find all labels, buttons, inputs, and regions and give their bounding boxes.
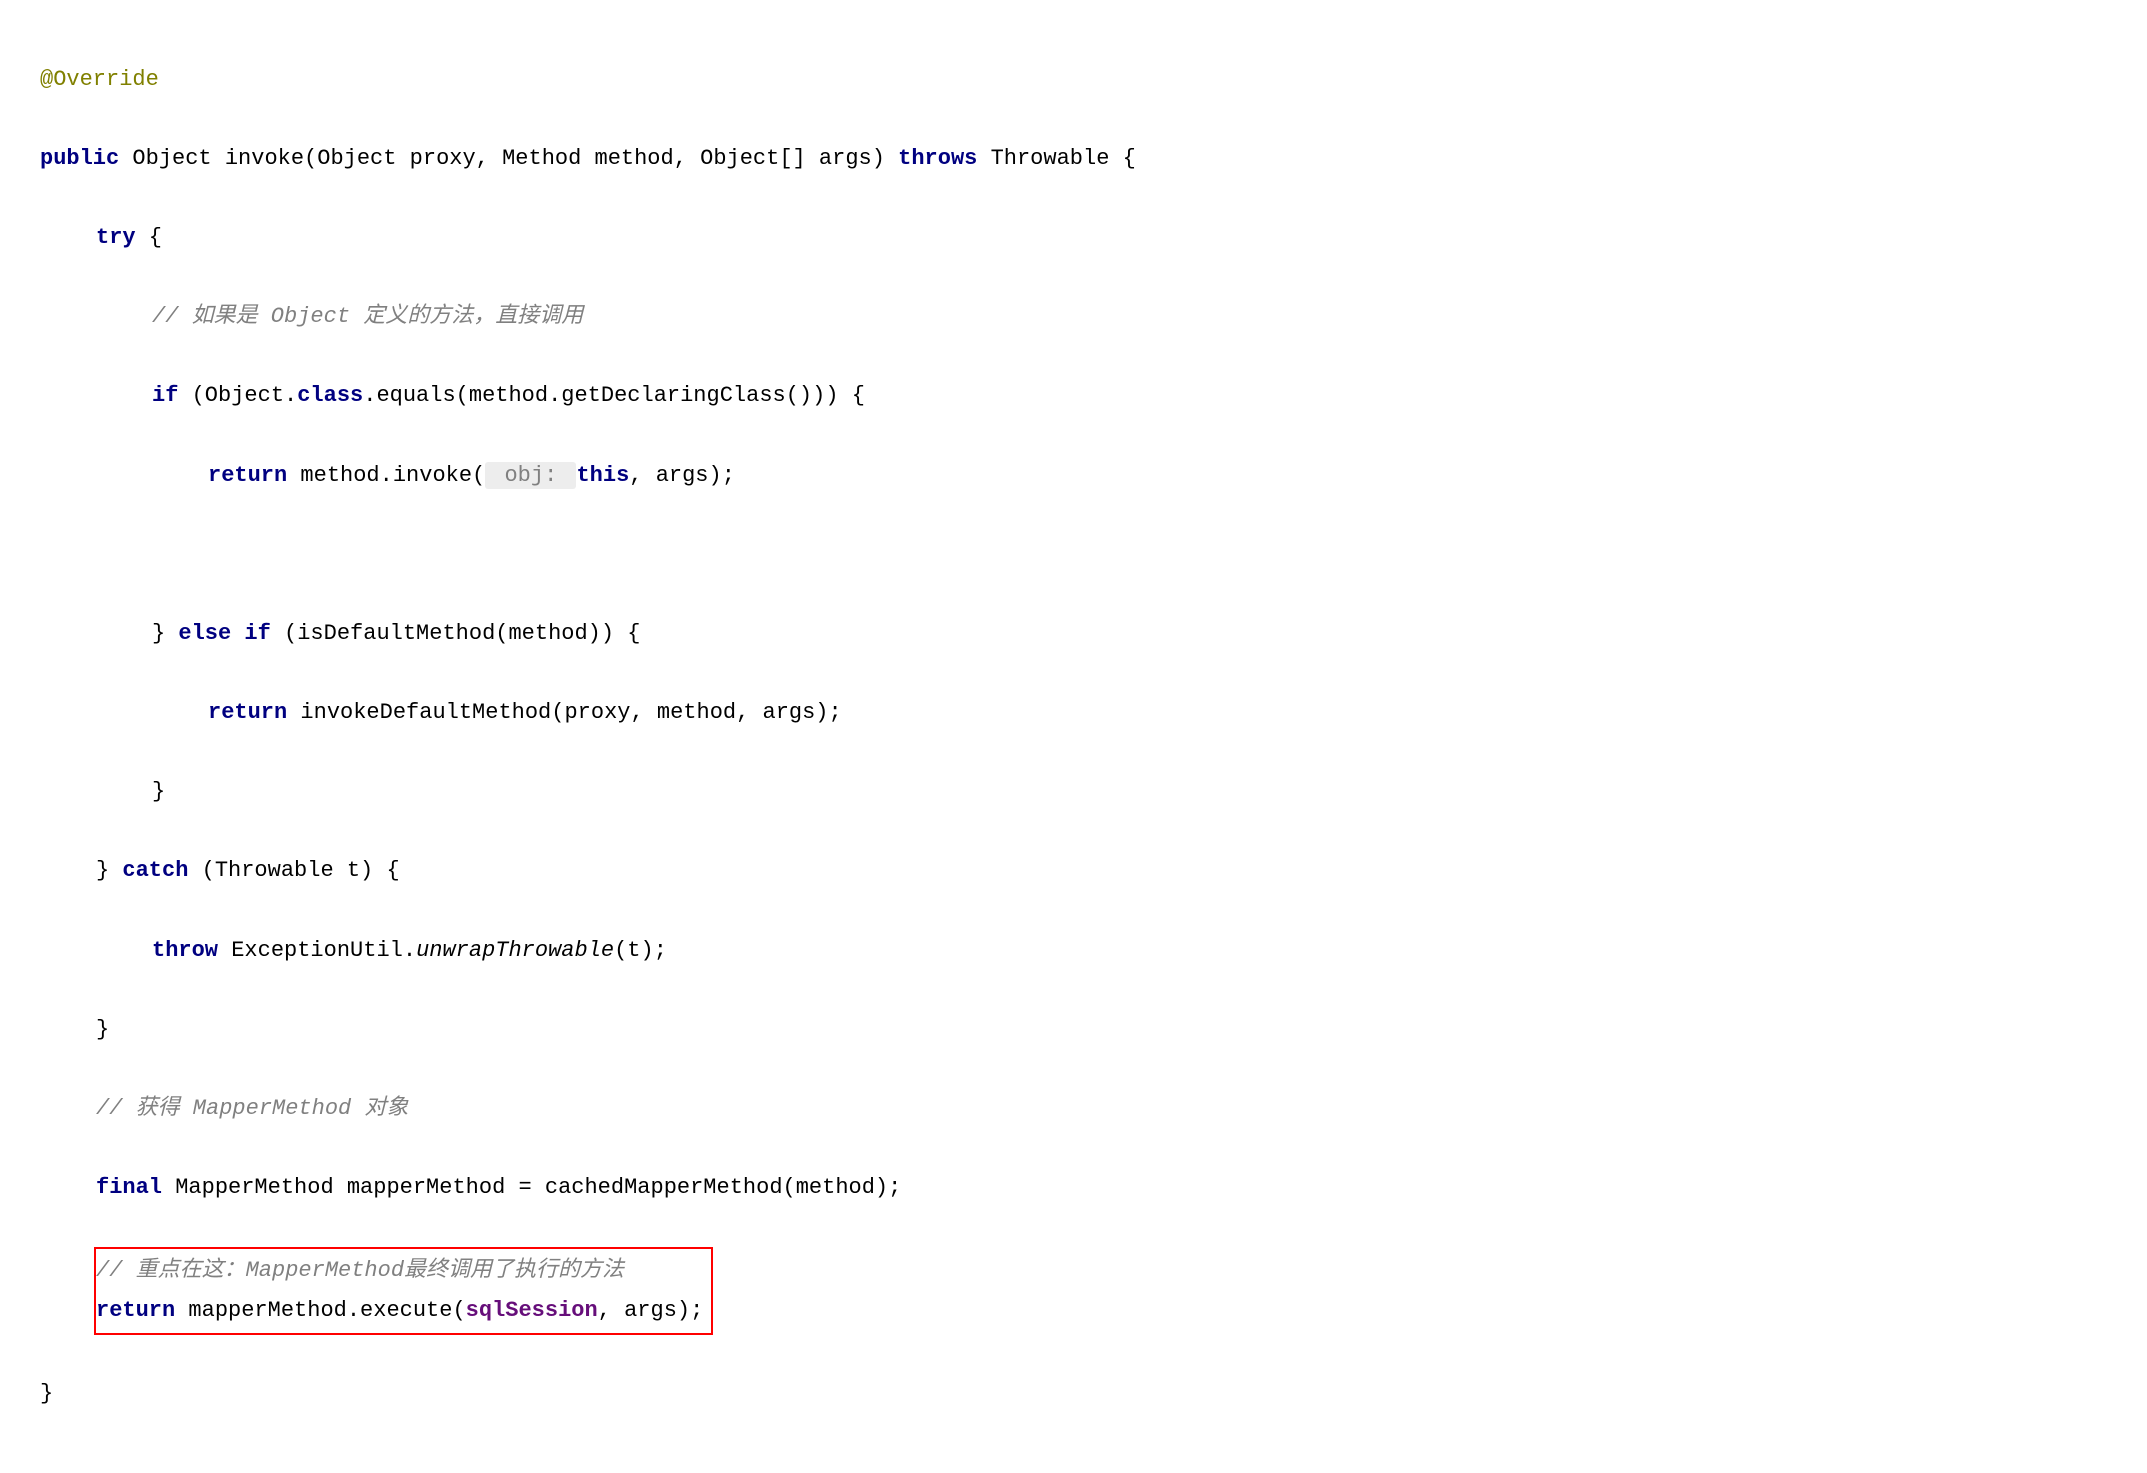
code-line: if (Object.class.equals(method.getDeclar… bbox=[40, 376, 2107, 416]
invoke-default-call: invokeDefaultMethod(proxy, method, args)… bbox=[287, 700, 842, 725]
code-line: } bbox=[40, 1374, 2107, 1414]
comment-key-point: // 重点在这：MapperMethod最终调用了执行的方法 bbox=[96, 1258, 624, 1283]
brace-close: } bbox=[40, 1381, 53, 1406]
keyword-if: if bbox=[152, 383, 178, 408]
throws-type: Throwable { bbox=[977, 146, 1135, 171]
code-line: return invokeDefaultMethod(proxy, method… bbox=[40, 693, 2107, 733]
field-sqlsession: sqlSession bbox=[466, 1298, 598, 1323]
unwrap-throwable-call: unwrapThrowable bbox=[416, 938, 614, 963]
param-hint-obj: obj: bbox=[485, 462, 576, 489]
keyword-public: public bbox=[40, 146, 119, 171]
elseif-condition: (isDefaultMethod(method)) { bbox=[271, 621, 641, 646]
brace-close: } bbox=[152, 779, 165, 804]
keyword-return: return bbox=[208, 463, 287, 488]
comment-mapper-method: // 获得 MapperMethod 对象 bbox=[96, 1096, 408, 1121]
brace-close: } bbox=[96, 1017, 109, 1042]
code-line: } bbox=[40, 772, 2107, 812]
keyword-throw: throw bbox=[152, 938, 218, 963]
invoke-call-b: , args); bbox=[629, 463, 735, 488]
method-signature: Object invoke(Object proxy, Method metho… bbox=[119, 146, 898, 171]
throw-call-a: ExceptionUtil. bbox=[218, 938, 416, 963]
code-block: @Override public Object invoke(Object pr… bbox=[40, 20, 2107, 1453]
keyword-throws: throws bbox=[898, 146, 977, 171]
throw-call-b: (t); bbox=[614, 938, 667, 963]
keyword-this: this bbox=[576, 463, 629, 488]
annotation-override: @Override bbox=[40, 67, 159, 92]
comment-object-method: // 如果是 Object 定义的方法，直接调用 bbox=[152, 304, 583, 329]
brace-close: } bbox=[152, 621, 178, 646]
keyword-class: class bbox=[297, 383, 363, 408]
execute-call-b: , args); bbox=[598, 1298, 704, 1323]
execute-call-a: mapperMethod.execute( bbox=[175, 1298, 465, 1323]
keyword-final: final bbox=[96, 1175, 162, 1200]
code-line: return method.invoke( obj: this, args); bbox=[40, 456, 2107, 496]
code-line: @Override bbox=[40, 60, 2107, 100]
code-line: final MapperMethod mapperMethod = cached… bbox=[40, 1168, 2107, 1208]
invoke-call-a: method.invoke( bbox=[287, 463, 485, 488]
brace-open: { bbox=[136, 225, 162, 250]
catch-condition: (Throwable t) { bbox=[188, 858, 399, 883]
if-condition-a: (Object. bbox=[178, 383, 297, 408]
code-line: } catch (Throwable t) { bbox=[40, 851, 2107, 891]
keyword-return: return bbox=[96, 1298, 175, 1323]
code-line: // 如果是 Object 定义的方法，直接调用 bbox=[40, 297, 2107, 337]
code-line: // 获得 MapperMethod 对象 bbox=[40, 1089, 2107, 1129]
code-line: public Object invoke(Object proxy, Metho… bbox=[40, 139, 2107, 179]
mapper-method-decl: MapperMethod mapperMethod = cachedMapper… bbox=[162, 1175, 901, 1200]
code-line: try { bbox=[40, 218, 2107, 258]
code-line: // 重点在这：MapperMethod最终调用了执行的方法 return ma… bbox=[40, 1247, 2107, 1334]
keyword-try: try bbox=[96, 225, 136, 250]
code-line: throw ExceptionUtil.unwrapThrowable(t); bbox=[40, 931, 2107, 971]
code-line: } bbox=[40, 1010, 2107, 1050]
brace-close: } bbox=[96, 858, 122, 883]
blank-line bbox=[40, 535, 2107, 575]
keyword-else-if: else if bbox=[178, 621, 270, 646]
if-condition-b: .equals(method.getDeclaringClass())) { bbox=[363, 383, 865, 408]
keyword-return: return bbox=[208, 700, 287, 725]
keyword-catch: catch bbox=[122, 858, 188, 883]
highlight-box: // 重点在这：MapperMethod最终调用了执行的方法 return ma… bbox=[94, 1247, 713, 1334]
code-line: } else if (isDefaultMethod(method)) { bbox=[40, 614, 2107, 654]
